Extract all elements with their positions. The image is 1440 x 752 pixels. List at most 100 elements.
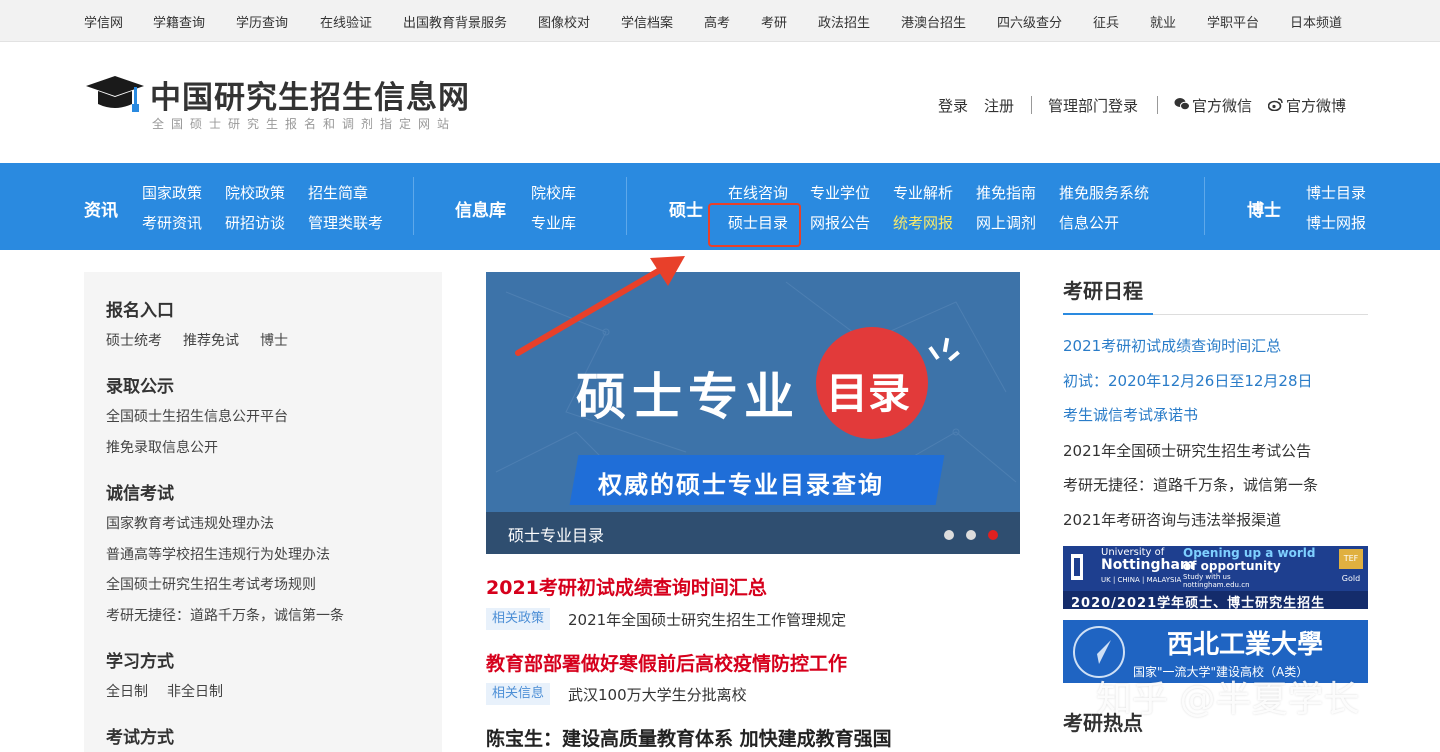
ad-tef-badge: TEF Gold <box>1339 549 1363 583</box>
toplink-verify[interactable]: 在线验证 <box>320 12 372 31</box>
nav-category-master[interactable]: 硕士 <box>669 196 703 221</box>
toplink-xueji[interactable]: 学籍查询 <box>153 12 205 31</box>
toplink-gaokao[interactable]: 高考 <box>704 12 730 31</box>
link-part-time[interactable]: 非全日制 <box>167 681 223 701</box>
nav-item-school-db[interactable]: 院校库 <box>531 182 576 203</box>
toplink-photo[interactable]: 图像校对 <box>538 12 590 31</box>
tag-related-policy[interactable]: 相关政策 <box>486 608 551 630</box>
wechat-link[interactable]: 官方微信 <box>1192 95 1252 116</box>
schedule-item[interactable]: 2021年全国硕士研究生招生考试公告 <box>1063 440 1311 461</box>
schedule-item[interactable]: 2021年考研咨询与违法举报渠道 <box>1063 509 1281 530</box>
nav-item-school-policy[interactable]: 院校政策 <box>225 182 285 203</box>
nav-item-phd-catalog[interactable]: 博士目录 <box>1306 182 1366 203</box>
wechat-icon[interactable] <box>1174 97 1190 111</box>
link-full-time[interactable]: 全日制 <box>106 681 148 701</box>
tag-related-info[interactable]: 相关信息 <box>486 683 551 705</box>
weibo-link[interactable]: 官方微博 <box>1286 95 1346 116</box>
headline-epidemic-control[interactable]: 教育部部署做好寒假前后高校疫情防控工作 <box>486 649 847 676</box>
schedule-title: 考研日程 <box>1063 279 1143 303</box>
nav-item-interview[interactable]: 研招访谈 <box>225 212 285 233</box>
nav-item-phd-registration[interactable]: 博士网报 <box>1306 212 1366 233</box>
nav-item-online-adjustment[interactable]: 网上调剂 <box>976 212 1036 233</box>
schedule-item[interactable]: 考研无捷径：道路千万条，诚信第一条 <box>1063 474 1318 495</box>
nav-item-national-policy[interactable]: 国家政策 <box>142 182 202 203</box>
banner-caption[interactable]: 硕士专业目录 <box>508 522 604 546</box>
headline-score-query[interactable]: 2021考研初试成绩查询时间汇总 <box>486 573 767 600</box>
nav-category-info[interactable]: 信息库 <box>455 196 506 221</box>
nav-category-phd[interactable]: 博士 <box>1247 196 1281 221</box>
nav-item-admission-brochure[interactable]: 招生简章 <box>308 182 368 203</box>
site-subtitle: 全国硕士研究生报名和调剂指定网站 <box>152 117 457 131</box>
admin-login-link[interactable]: 管理部门登录 <box>1048 95 1138 116</box>
ad-nottingham-line2: Nottingham <box>1101 557 1195 573</box>
nav-item-major-analysis[interactable]: 专业解析 <box>893 182 953 203</box>
link-phd[interactable]: 博士 <box>260 330 288 350</box>
toplink-archive[interactable]: 学信档案 <box>621 12 673 31</box>
sparkle-icon <box>928 337 960 362</box>
toplink-xuexin[interactable]: 学信网 <box>84 12 123 31</box>
section-title-integrity: 诚信考试 <box>106 484 174 504</box>
section-title-admission-notice: 录取公示 <box>106 377 174 397</box>
nav-item-management-exam[interactable]: 管理类联考 <box>308 212 383 233</box>
ad-nwpu-name: 西北工業大學 <box>1167 630 1324 660</box>
nav-category-news[interactable]: 资讯 <box>84 196 118 221</box>
schedule-item[interactable]: 2021考研初试成绩查询时间汇总 <box>1063 335 1281 356</box>
toplink-xueli[interactable]: 学历查询 <box>236 12 288 31</box>
ad-nottingham-tagline2: of opportunity <box>1183 559 1281 573</box>
link-admission-violation[interactable]: 普通高等学校招生违规行为处理办法 <box>106 544 330 564</box>
link-integrity-slogan[interactable]: 考研无捷径：道路千万条，诚信第一条 <box>106 605 344 625</box>
sub-link-wuhan-students[interactable]: 武汉100万大学生分批离校 <box>568 684 747 705</box>
nav-item-recommend-system[interactable]: 推免服务系统 <box>1059 182 1149 203</box>
zhihu-watermark: 知乎 @半夏学长 <box>1096 679 1360 720</box>
register-link[interactable]: 注册 <box>984 95 1014 116</box>
highlight-box-master-catalog <box>708 203 801 247</box>
headline-chen-baosheng[interactable]: 陈宝生：建设高质量教育体系 加快建成教育强国 <box>486 724 892 751</box>
toplink-gangao[interactable]: 港澳台招生 <box>901 12 966 31</box>
banner-ribbon-text: 权威的硕士专业目录查询 <box>598 471 884 499</box>
toplink-jiuye[interactable]: 就业 <box>1150 12 1176 31</box>
ad-nottingham[interactable]: University of Nottingham UK | CHINA | MA… <box>1063 546 1368 609</box>
ad-nottingham-study: Study with us <box>1183 573 1231 581</box>
banner-circle-text: 目录 <box>826 369 911 418</box>
header-divider <box>1157 96 1158 114</box>
section-title-exam-mode: 考试方式 <box>106 728 174 748</box>
ad-nottingham-line3: UK | CHINA | MALAYSIA <box>1101 576 1182 584</box>
link-recommend-exempt[interactable]: 推荐免试 <box>183 330 239 350</box>
schedule-item[interactable]: 考生诚信考试承诺书 <box>1063 404 1198 425</box>
nav-item-online-consult[interactable]: 在线咨询 <box>728 182 788 203</box>
link-info-platform[interactable]: 全国硕士生招生信息公开平台 <box>106 406 288 426</box>
schedule-item[interactable]: 初试：2020年12月26日至12月28日 <box>1063 370 1313 391</box>
nav-item-unified-exam-registration[interactable]: 统考网报 <box>893 212 953 233</box>
toplink-cet[interactable]: 四六级查分 <box>997 12 1062 31</box>
sub-link-management-rules[interactable]: 2021年全国硕士研究生招生工作管理规定 <box>568 609 846 630</box>
toplink-japan[interactable]: 日本频道 <box>1290 12 1342 31</box>
toplink-xuezhi[interactable]: 学职平台 <box>1207 12 1259 31</box>
header-divider <box>1031 96 1032 114</box>
nav-item-online-registration-notice[interactable]: 网报公告 <box>810 212 870 233</box>
ad-nottingham-tagline: Opening up a world <box>1183 546 1316 560</box>
section-title-registration: 报名入口 <box>106 301 174 321</box>
site-title[interactable]: 中国研究生招生信息网 <box>150 72 470 117</box>
ad-nottingham-bottom-text: 2020/2021学年硕士、博士研究生招生 <box>1071 596 1326 609</box>
link-violation-rules[interactable]: 国家教育考试违规处理办法 <box>106 513 274 533</box>
toplink-zhengfa[interactable]: 政法招生 <box>818 12 870 31</box>
login-link[interactable]: 登录 <box>938 95 968 116</box>
nav-item-professional-degree[interactable]: 专业学位 <box>810 182 870 203</box>
toplink-abroad[interactable]: 出国教育背景服务 <box>403 12 507 31</box>
nav-item-recommend-guide[interactable]: 推免指南 <box>976 182 1036 203</box>
carousel-dot-3[interactable] <box>988 530 998 540</box>
nav-item-kaoyan-news[interactable]: 考研资讯 <box>142 212 202 233</box>
nav-divider <box>626 177 627 235</box>
plane-icon <box>1087 640 1111 664</box>
nav-item-info-disclosure[interactable]: 信息公开 <box>1059 212 1119 233</box>
graduation-cap-icon[interactable] <box>84 74 146 114</box>
link-master-exam[interactable]: 硕士统考 <box>106 330 162 350</box>
carousel-dot-2[interactable] <box>966 530 976 540</box>
toplink-zhengbing[interactable]: 征兵 <box>1093 12 1119 31</box>
toplink-kaoyan[interactable]: 考研 <box>761 12 787 31</box>
nav-item-major-db[interactable]: 专业库 <box>531 212 576 233</box>
weibo-icon[interactable] <box>1268 98 1283 111</box>
link-recommend-admission[interactable]: 推免录取信息公开 <box>106 437 218 457</box>
link-exam-room-rules[interactable]: 全国硕士研究生招生考试考场规则 <box>106 574 316 594</box>
carousel-dot-1[interactable] <box>944 530 954 540</box>
